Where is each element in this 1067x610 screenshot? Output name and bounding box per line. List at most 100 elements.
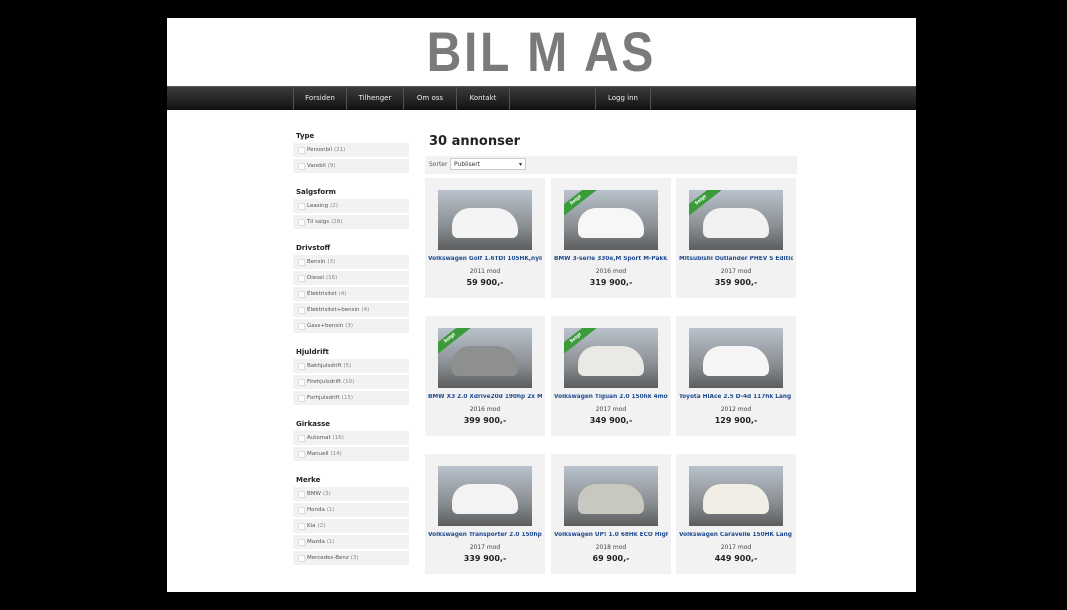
listing-title-link[interactable]: Volkswagen Caravelle 150HK Lang ... <box>679 532 793 538</box>
car-shape <box>578 208 644 238</box>
filter-option[interactable]: Leasing (2) <box>293 199 409 213</box>
filter-option-label: Bensin <box>307 259 326 265</box>
nav-tilhenger[interactable]: Tilhenger <box>346 87 403 110</box>
car-photo[interactable] <box>689 466 783 526</box>
car-photo[interactable] <box>438 190 532 250</box>
filter-group: Girkasse Automat (16) Manuell (14) <box>293 418 409 461</box>
listing-card[interactable]: Solgt BMW X3 2.0 Xdrive20d 190hp 2x M... 2… <box>425 316 545 436</box>
sort-label: Sorter <box>429 161 448 168</box>
filter-checkbox[interactable] <box>298 435 305 442</box>
filter-checkbox[interactable] <box>298 275 305 282</box>
filter-option-label: Honda <box>307 507 325 513</box>
filter-checkbox[interactable] <box>298 379 305 386</box>
listing-title-link[interactable]: Volkswagen UP! 1.0 68Hk ECO High... <box>554 532 668 538</box>
filter-option-count: (4) <box>338 291 347 297</box>
filter-option-label: Diesel <box>307 275 324 281</box>
filter-option-count: (1) <box>326 507 335 513</box>
filter-option-label: Til salgs <box>307 219 330 225</box>
car-photo[interactable] <box>564 466 658 526</box>
car-photo[interactable]: Solgt <box>564 328 658 388</box>
filter-option[interactable]: Mercedes-Benz (3) <box>293 551 409 565</box>
filter-checkbox[interactable] <box>298 147 305 154</box>
listing-title-link[interactable]: BMW X3 2.0 Xdrive20d 190hp 2x M... <box>428 394 542 400</box>
filter-checkbox[interactable] <box>298 259 305 266</box>
filter-option[interactable]: Manuell (14) <box>293 447 409 461</box>
listing-card[interactable]: Solgt Volkswagen Tiguan 2.0 150hk 4mot...… <box>551 316 671 436</box>
listing-card[interactable]: Volkswagen Caravelle 150HK Lang ... 2017 … <box>676 454 796 574</box>
filter-group-heading: Type <box>296 132 315 140</box>
filter-checkbox[interactable] <box>298 491 305 498</box>
filter-option[interactable]: Personbil (21) <box>293 143 409 157</box>
listing-title-link[interactable]: BMW 3-serie 330e,M Sport M-Pakk... <box>554 256 668 262</box>
filter-option[interactable]: Honda (1) <box>293 503 409 517</box>
listing-title-link[interactable]: Volkswagen Transporter 2.0 150hp ... <box>428 532 542 538</box>
listing-price: 359 900,- <box>714 278 758 287</box>
car-photo[interactable] <box>689 328 783 388</box>
filter-option[interactable]: Mazda (1) <box>293 535 409 549</box>
filter-option-label: Mercedes-Benz <box>307 555 349 561</box>
filter-checkbox[interactable] <box>298 451 305 458</box>
car-shape <box>578 484 644 514</box>
sort-bar: Sorter Publisert ▾ <box>425 156 797 174</box>
listing-card[interactable]: Solgt BMW 3-serie 330e,M Sport M-Pakk... 2… <box>551 178 671 298</box>
listing-year: 2017 mod <box>595 406 627 413</box>
filter-option-count: (1) <box>326 539 335 545</box>
listing-card[interactable]: Volkswagen Transporter 2.0 150hp ... 2017… <box>425 454 545 574</box>
listing-card[interactable]: Volkswagen Golf 1.6TDI 105HK,nyli... 2011… <box>425 178 545 298</box>
listing-title-link[interactable]: Volkswagen Golf 1.6TDI 105HK,nyli... <box>428 256 542 262</box>
nav-logg-inn[interactable]: Logg inn <box>595 87 651 110</box>
nav-forsiden[interactable]: Forsiden <box>293 87 346 110</box>
listing-title-link[interactable]: Volkswagen Tiguan 2.0 150hk 4mot... <box>554 394 668 400</box>
filter-checkbox[interactable] <box>298 219 305 226</box>
filter-group-heading: Salgsform <box>296 188 336 196</box>
filter-group-heading: Hjuldrift <box>296 348 329 356</box>
filter-option[interactable]: Gass+bensin (3) <box>293 319 409 333</box>
filter-checkbox[interactable] <box>298 291 305 298</box>
listing-card[interactable]: Solgt Mitsubishi Outlander PHEV S Editio.… <box>676 178 796 298</box>
filter-option[interactable]: Firehjulsdrift (10) <box>293 375 409 389</box>
filter-option[interactable]: Kia (2) <box>293 519 409 533</box>
filter-checkbox[interactable] <box>298 507 305 514</box>
filter-option[interactable]: Elektrisitet (4) <box>293 287 409 301</box>
filter-option-label: Mazda <box>307 539 325 545</box>
filter-checkbox[interactable] <box>298 323 305 330</box>
filter-option[interactable]: Til salgs (28) <box>293 215 409 229</box>
car-shape <box>452 484 518 514</box>
car-photo[interactable]: Solgt <box>689 190 783 250</box>
sort-select[interactable]: Publisert ▾ <box>450 158 526 170</box>
nav-kontakt[interactable]: Kontakt <box>456 87 509 110</box>
filter-group-heading: Merke <box>296 476 321 484</box>
car-photo[interactable]: Solgt <box>564 190 658 250</box>
filter-checkbox[interactable] <box>298 163 305 170</box>
nav-om-oss[interactable]: Om oss <box>403 87 456 110</box>
filter-checkbox[interactable] <box>298 395 305 402</box>
site-logo[interactable]: BIL M AS <box>167 18 916 86</box>
filter-option[interactable]: BMW (3) <box>293 487 409 501</box>
filter-checkbox[interactable] <box>298 203 305 210</box>
filter-checkbox[interactable] <box>298 555 305 562</box>
filter-checkbox[interactable] <box>298 307 305 314</box>
listing-card[interactable]: Toyota HiAce 2.5 D-4d 117hk Lang ... 2012… <box>676 316 796 436</box>
filter-option-count: (14) <box>330 451 342 457</box>
filter-option[interactable]: Diesel (16) <box>293 271 409 285</box>
filter-option[interactable]: Elektrisitet+bensin (4) <box>293 303 409 317</box>
filter-checkbox[interactable] <box>298 363 305 370</box>
listing-title-link[interactable]: Toyota HiAce 2.5 D-4d 117hk Lang ... <box>679 394 793 400</box>
filter-option[interactable]: Varebil (9) <box>293 159 409 173</box>
listing-title-link[interactable]: Mitsubishi Outlander PHEV S Editio... <box>679 256 793 262</box>
listing-price: 59 900,- <box>466 278 504 287</box>
filter-option[interactable]: Bensin (3) <box>293 255 409 269</box>
filter-group: Drivstoff Bensin (3) Diesel (16) Elektrisitet… <box>293 242 409 333</box>
filter-option[interactable]: Automat (16) <box>293 431 409 445</box>
listing-card[interactable]: Volkswagen UP! 1.0 68Hk ECO High... 2018 … <box>551 454 671 574</box>
car-photo[interactable] <box>438 466 532 526</box>
filter-option-label: Bakhjulsdrift <box>307 363 342 369</box>
logo-text[interactable]: BIL M AS <box>427 22 656 82</box>
filter-checkbox[interactable] <box>298 539 305 546</box>
filter-option[interactable]: Forhjulsdrift (15) <box>293 391 409 405</box>
listing-price: 339 900,- <box>463 554 507 563</box>
car-photo[interactable]: Solgt <box>438 328 532 388</box>
filter-group-heading: Drivstoff <box>296 244 331 252</box>
filter-checkbox[interactable] <box>298 523 305 530</box>
filter-option[interactable]: Bakhjulsdrift (5) <box>293 359 409 373</box>
